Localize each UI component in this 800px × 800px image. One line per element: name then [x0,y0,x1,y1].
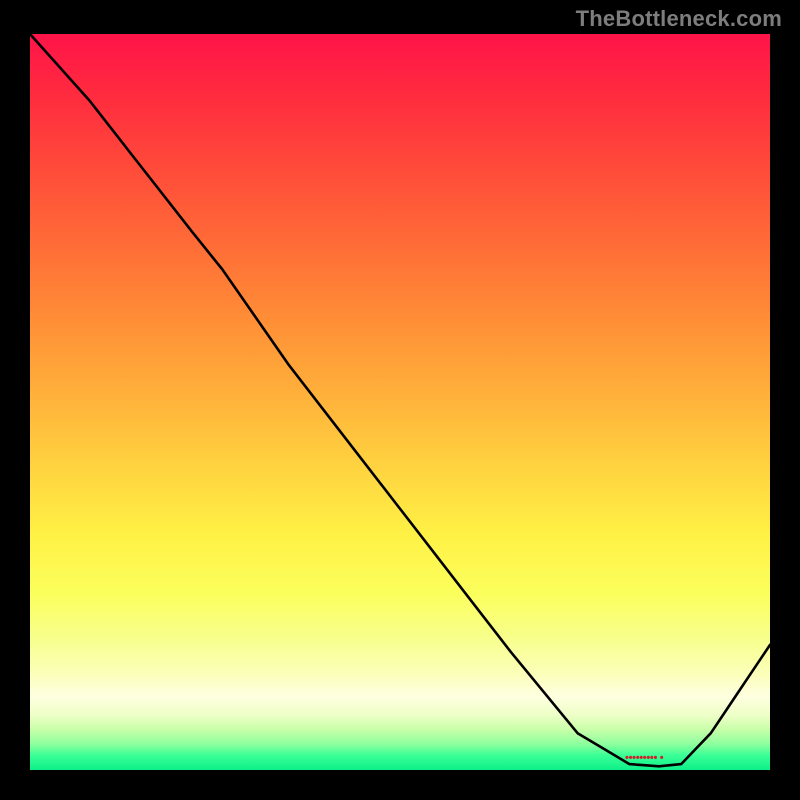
plot-area: ••••••••• • [30,34,770,770]
chart-stage: TheBottleneck.com ••••••••• • [0,0,800,800]
watermark-text: TheBottleneck.com [576,6,782,32]
bottleneck-curve [30,34,770,766]
line-chart-svg [30,34,770,770]
optimum-marker-label: ••••••••• • [625,752,663,764]
